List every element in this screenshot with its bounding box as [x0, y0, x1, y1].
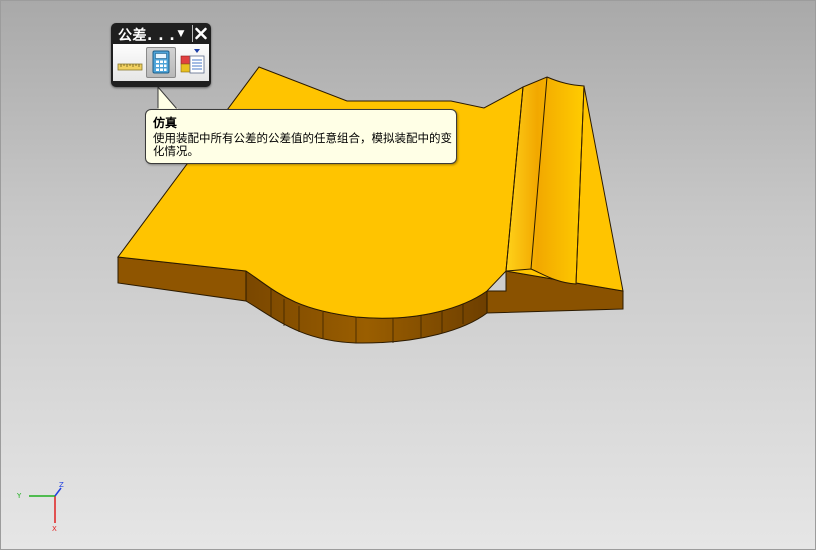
close-icon[interactable] [192, 25, 209, 42]
graphics-viewport[interactable]: 公差. . . ▼ 仿真 使用装配中所有公差的公差值的任意组合，模拟装配中的变化… [0, 0, 816, 550]
report-icon [180, 49, 205, 74]
toolbar-button-row [113, 44, 209, 81]
toolbar-title: 公差. . . [118, 28, 176, 44]
tolerance-toolbar[interactable]: 公差. . . ▼ [111, 23, 211, 87]
coordinate-triad: X Y Z [16, 481, 64, 533]
tolerance-analysis-button[interactable] [115, 47, 145, 77]
calculator-icon [152, 50, 170, 74]
simulation-button[interactable] [146, 47, 176, 78]
ruler-icon [117, 63, 143, 71]
tooltip-description: 使用装配中所有公差的公差值的任意组合，模拟装配中的变化情况。 [153, 131, 452, 158]
report-button[interactable] [177, 47, 207, 77]
triad-x-label: X [52, 525, 57, 533]
tooltip-title: 仿真 [153, 116, 178, 130]
triad-y-label: Y [16, 492, 22, 500]
triad-z-label: Z [59, 481, 64, 489]
dropdown-arrow-icon[interactable]: ▼ [175, 27, 187, 41]
tooltip: 仿真 使用装配中所有公差的公差值的任意组合，模拟装配中的变化情况。 [145, 109, 457, 164]
triad-z-axis [54, 487, 62, 497]
